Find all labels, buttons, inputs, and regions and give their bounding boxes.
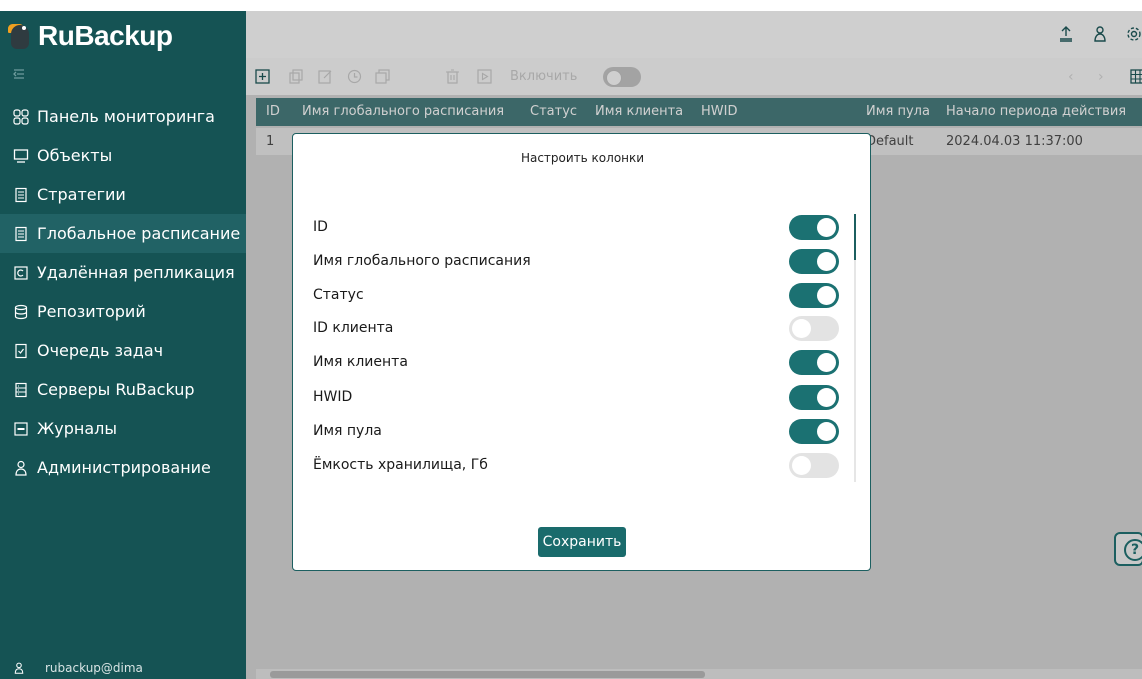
column-toggle-id[interactable] (789, 215, 839, 240)
column-option-client-name: Имя клиента (313, 346, 839, 378)
server-icon (13, 382, 29, 398)
column-option-pool-name: Имя пула (313, 415, 839, 447)
column-option-label: Имя пула (313, 423, 382, 439)
sidebar-item-logs[interactable]: Журналы (0, 409, 246, 448)
admin-user-icon (13, 460, 29, 476)
sidebar-item-global-schedule[interactable]: Глобальное расписание (0, 214, 246, 253)
column-toggle-client-name[interactable] (789, 350, 839, 375)
add-icon[interactable] (255, 69, 270, 84)
delete-icon[interactable] (445, 69, 460, 84)
column-option-status: Статус (313, 279, 839, 311)
sidebar-item-strategies[interactable]: Стратегии (0, 175, 246, 214)
copy-icon[interactable] (289, 69, 304, 84)
user-icon (13, 661, 25, 675)
column-option-storage-capacity: Ёмкость хранилища, Гб (313, 449, 839, 481)
column-option-client-id: ID клиента (313, 312, 839, 344)
history-icon[interactable] (347, 69, 362, 84)
sidebar-item-label: Репозиторий (37, 302, 146, 321)
sidebar-item-label: Серверы RuBackup (37, 380, 195, 399)
dashboard-icon (13, 108, 29, 125)
monitor-icon (13, 148, 29, 164)
sidebar: RuBackup Панель мониторинга Объекты Стра… (0, 11, 246, 679)
database-icon (13, 304, 29, 320)
sidebar-item-label: Объекты (37, 146, 113, 165)
dialog-scrollbar[interactable] (854, 214, 856, 482)
sidebar-item-monitoring[interactable]: Панель мониторинга (0, 97, 246, 136)
column-option-label: ID (313, 219, 328, 235)
column-option-label: Статус (313, 287, 364, 303)
column-option-label: Ёмкость хранилища, Гб (313, 457, 488, 473)
document-icon (13, 187, 29, 203)
current-user-name: rubackup@dima (45, 661, 143, 675)
replication-icon (13, 265, 29, 281)
enable-toggle[interactable] (603, 67, 641, 87)
current-user[interactable]: rubackup@dima (13, 659, 143, 677)
column-toggle-hwid[interactable] (789, 385, 839, 410)
settings-gear-icon[interactable] (1126, 25, 1142, 43)
configure-columns-dialog: Настроить колонки ID Имя глобального рас… (292, 133, 871, 571)
sidebar-nav: Панель мониторинга Объекты Стратегии Гло… (0, 97, 246, 487)
column-option-hwid: HWID (313, 381, 839, 413)
sidebar-item-task-queue[interactable]: Очередь задач (0, 331, 246, 370)
edit-icon[interactable] (318, 69, 333, 84)
logo-text: RuBackup (38, 20, 173, 51)
dialog-title: Настроить колонки (520, 151, 645, 165)
log-icon (13, 421, 29, 437)
help-icon: ? (1124, 539, 1142, 561)
duplicate-icon[interactable] (375, 69, 390, 84)
sidebar-item-label: Глобальное расписание (37, 224, 241, 243)
top-bar (246, 11, 1142, 58)
sidebar-item-label: Администрирование (37, 458, 211, 477)
sidebar-item-administration[interactable]: Администрирование (0, 448, 246, 487)
logo: RuBackup (8, 19, 173, 53)
sidebar-item-label: Стратегии (37, 185, 126, 204)
run-icon[interactable] (477, 69, 492, 84)
toolbar: Включить ‹ › (246, 58, 1142, 95)
upload-icon[interactable] (1058, 25, 1074, 43)
column-option-label: Имя клиента (313, 354, 408, 370)
sidebar-item-repository[interactable]: Репозиторий (0, 292, 246, 331)
schedule-icon (13, 226, 29, 242)
collapse-sidebar-icon[interactable] (12, 67, 26, 81)
sidebar-item-label: Удалённая репликация (37, 263, 235, 282)
horizontal-scrollbar[interactable] (256, 669, 1142, 679)
column-toggle-client-id[interactable] (789, 316, 839, 341)
help-button[interactable]: ? (1114, 532, 1142, 566)
column-option-schedule-name: Имя глобального расписания (313, 245, 839, 277)
sidebar-item-label: Очередь задач (37, 341, 164, 360)
prev-page-icon[interactable]: ‹ (1068, 69, 1074, 85)
column-toggle-storage-capacity[interactable] (789, 453, 839, 478)
toucan-logo-icon (8, 21, 32, 51)
column-option-label: Имя глобального расписания (313, 253, 531, 269)
task-queue-icon (13, 343, 29, 359)
column-toggle-pool-name[interactable] (789, 419, 839, 444)
column-option-label: HWID (313, 389, 353, 405)
columns-grid-icon[interactable] (1130, 69, 1142, 84)
sidebar-item-servers[interactable]: Серверы RuBackup (0, 370, 246, 409)
next-page-icon[interactable]: › (1098, 69, 1104, 85)
sidebar-item-label: Журналы (37, 419, 117, 438)
column-toggle-status[interactable] (789, 283, 839, 308)
sidebar-item-replication[interactable]: Удалённая репликация (0, 253, 246, 292)
user-profile-icon[interactable] (1092, 25, 1108, 43)
column-option-id: ID (313, 211, 839, 243)
column-option-label: ID клиента (313, 320, 394, 336)
save-button[interactable]: Сохранить (538, 527, 626, 557)
sidebar-item-objects[interactable]: Объекты (0, 136, 246, 175)
column-toggle-schedule-name[interactable] (789, 249, 839, 274)
enable-label: Включить (510, 69, 578, 84)
sidebar-item-label: Панель мониторинга (37, 107, 215, 126)
